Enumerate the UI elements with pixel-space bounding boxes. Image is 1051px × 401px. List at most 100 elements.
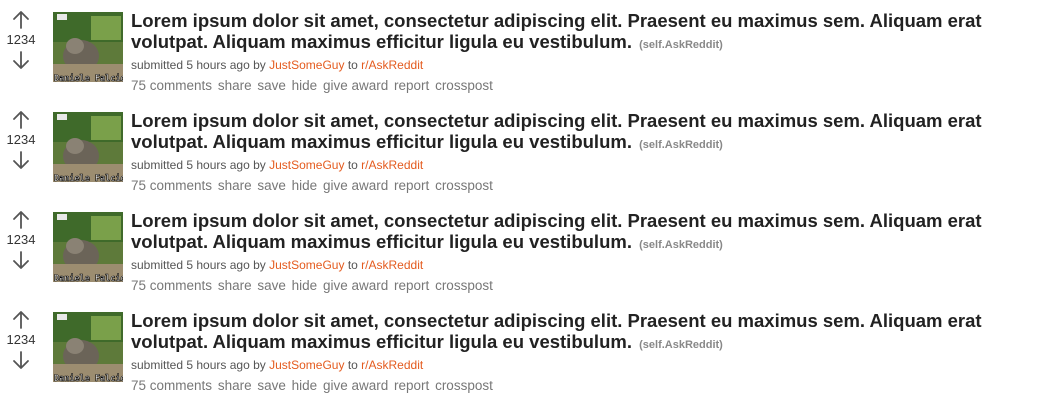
post-domain[interactable]: (self.AskReddit) <box>639 339 723 351</box>
submitted-text: submitted 5 hours ago by <box>131 258 266 272</box>
tagline: submitted 5 hours ago by JustSomeGuy to … <box>131 57 1046 73</box>
list-item: 1234 Daniele Falcio Lorem ipsum dolor si… <box>0 200 1051 300</box>
crosspost-button[interactable]: crosspost <box>435 178 493 193</box>
subreddit-link[interactable]: r/AskReddit <box>361 258 423 272</box>
post-buttons: 75 comments share save hide give award r… <box>131 177 1046 195</box>
list-item: 1234 Daniele Falcio Lorem ipsum dolor si… <box>0 0 1051 100</box>
save-button[interactable]: save <box>257 278 286 293</box>
share-button[interactable]: share <box>218 178 252 193</box>
give-award-button[interactable]: give award <box>323 178 388 193</box>
downvote-button[interactable] <box>0 50 42 70</box>
score: 1234 <box>6 332 36 347</box>
to-text: to <box>347 158 358 172</box>
report-button[interactable]: report <box>394 78 429 93</box>
submitted-text: submitted 5 hours ago by <box>131 58 266 72</box>
post-domain[interactable]: (self.AskReddit) <box>639 39 723 51</box>
post-title[interactable]: Lorem ipsum dolor sit amet, consectetur … <box>131 210 982 252</box>
vote-column: 1234 <box>0 210 42 270</box>
thumbnail-watermark: Daniele Falcio <box>54 373 123 382</box>
tagline: submitted 5 hours ago by JustSomeGuy to … <box>131 257 1046 273</box>
post-buttons: 75 comments share save hide give award r… <box>131 77 1046 95</box>
to-text: to <box>347 358 358 372</box>
post-title[interactable]: Lorem ipsum dolor sit amet, consectetur … <box>131 10 982 52</box>
to-text: to <box>347 258 358 272</box>
arrow-up-icon <box>13 11 29 29</box>
post-domain[interactable]: (self.AskReddit) <box>639 239 723 251</box>
arrow-down-icon <box>13 351 29 369</box>
post-title[interactable]: Lorem ipsum dolor sit amet, consectetur … <box>131 110 982 152</box>
post-list: 1234 Daniele Falcio Lorem ipsum dolor si… <box>0 0 1051 400</box>
list-item: 1234 Daniele Falcio Lorem ipsum dolor si… <box>0 300 1051 400</box>
give-award-button[interactable]: give award <box>323 78 388 93</box>
save-button[interactable]: save <box>257 378 286 393</box>
crosspost-button[interactable]: crosspost <box>435 378 493 393</box>
submitted-text: submitted 5 hours ago by <box>131 358 266 372</box>
comments-button[interactable]: 75 comments <box>131 278 212 293</box>
author-link[interactable]: JustSomeGuy <box>269 58 344 72</box>
hide-button[interactable]: hide <box>292 278 318 293</box>
thumbnail[interactable]: Daniele Falcio <box>53 12 123 82</box>
report-button[interactable]: report <box>394 378 429 393</box>
comments-button[interactable]: 75 comments <box>131 378 212 393</box>
arrow-up-icon <box>13 111 29 129</box>
arrow-down-icon <box>13 251 29 269</box>
post-content: Lorem ipsum dolor sit amet, consectetur … <box>131 10 1046 95</box>
subreddit-link[interactable]: r/AskReddit <box>361 58 423 72</box>
author-link[interactable]: JustSomeGuy <box>269 258 344 272</box>
share-button[interactable]: share <box>218 78 252 93</box>
arrow-up-icon <box>13 211 29 229</box>
post-content: Lorem ipsum dolor sit amet, consectetur … <box>131 310 1046 395</box>
post-buttons: 75 comments share save hide give award r… <box>131 277 1046 295</box>
upvote-button[interactable] <box>0 10 42 30</box>
downvote-button[interactable] <box>0 250 42 270</box>
thumbnail-watermark: Daniele Falcio <box>54 273 123 282</box>
vote-column: 1234 <box>0 110 42 170</box>
thumbnail-watermark: Daniele Falcio <box>54 73 123 82</box>
author-link[interactable]: JustSomeGuy <box>269 158 344 172</box>
upvote-button[interactable] <box>0 110 42 130</box>
arrow-up-icon <box>13 311 29 329</box>
share-button[interactable]: share <box>218 278 252 293</box>
arrow-down-icon <box>13 51 29 69</box>
post-title[interactable]: Lorem ipsum dolor sit amet, consectetur … <box>131 310 982 352</box>
post-content: Lorem ipsum dolor sit amet, consectetur … <box>131 110 1046 195</box>
list-item: 1234 Daniele Falcio Lorem ipsum dolor si… <box>0 100 1051 200</box>
thumbnail-watermark: Daniele Falcio <box>54 173 123 182</box>
save-button[interactable]: save <box>257 78 286 93</box>
downvote-button[interactable] <box>0 150 42 170</box>
score: 1234 <box>6 232 36 247</box>
report-button[interactable]: report <box>394 178 429 193</box>
post-content: Lorem ipsum dolor sit amet, consectetur … <box>131 210 1046 295</box>
comments-button[interactable]: 75 comments <box>131 178 212 193</box>
thumbnail[interactable]: Daniele Falcio <box>53 112 123 182</box>
to-text: to <box>347 58 358 72</box>
upvote-button[interactable] <box>0 310 42 330</box>
arrow-down-icon <box>13 151 29 169</box>
hide-button[interactable]: hide <box>292 378 318 393</box>
give-award-button[interactable]: give award <box>323 378 388 393</box>
upvote-button[interactable] <box>0 210 42 230</box>
share-button[interactable]: share <box>218 378 252 393</box>
submitted-text: submitted 5 hours ago by <box>131 158 266 172</box>
crosspost-button[interactable]: crosspost <box>435 278 493 293</box>
give-award-button[interactable]: give award <box>323 278 388 293</box>
subreddit-link[interactable]: r/AskReddit <box>361 358 423 372</box>
vote-column: 1234 <box>0 310 42 370</box>
subreddit-link[interactable]: r/AskReddit <box>361 158 423 172</box>
post-domain[interactable]: (self.AskReddit) <box>639 139 723 151</box>
tagline: submitted 5 hours ago by JustSomeGuy to … <box>131 157 1046 173</box>
comments-button[interactable]: 75 comments <box>131 78 212 93</box>
hide-button[interactable]: hide <box>292 178 318 193</box>
post-buttons: 75 comments share save hide give award r… <box>131 377 1046 395</box>
report-button[interactable]: report <box>394 278 429 293</box>
score: 1234 <box>6 132 36 147</box>
crosspost-button[interactable]: crosspost <box>435 78 493 93</box>
author-link[interactable]: JustSomeGuy <box>269 358 344 372</box>
score: 1234 <box>6 32 36 47</box>
hide-button[interactable]: hide <box>292 78 318 93</box>
vote-column: 1234 <box>0 10 42 70</box>
downvote-button[interactable] <box>0 350 42 370</box>
thumbnail[interactable]: Daniele Falcio <box>53 312 123 382</box>
thumbnail[interactable]: Daniele Falcio <box>53 212 123 282</box>
save-button[interactable]: save <box>257 178 286 193</box>
